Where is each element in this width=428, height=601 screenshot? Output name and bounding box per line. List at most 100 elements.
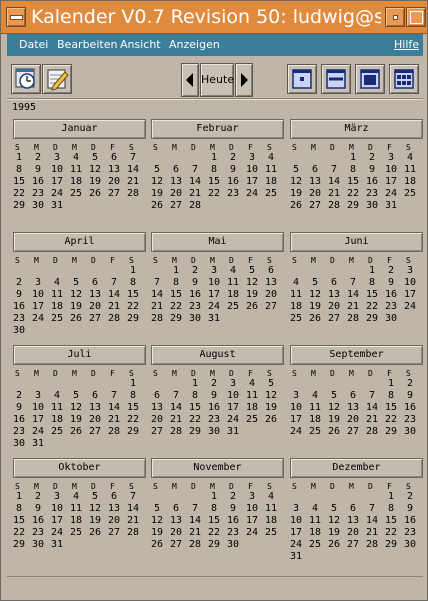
day-cell[interactable]: 27 (265, 301, 284, 313)
day-cell[interactable]: 16 (385, 289, 404, 301)
day-cell[interactable]: 29 (189, 426, 208, 438)
day-cell[interactable]: 6 (350, 503, 369, 515)
day-cell[interactable]: 13 (309, 176, 328, 188)
day-cell[interactable]: 3 (388, 152, 407, 164)
day-cell[interactable]: 6 (111, 491, 130, 503)
day-cell[interactable]: 28 (127, 188, 146, 200)
day-cell[interactable]: 25 (309, 426, 328, 438)
day-cell[interactable]: 23 (32, 527, 51, 539)
day-cell[interactable]: 11 (51, 289, 70, 301)
day-cell[interactable]: 16 (32, 176, 51, 188)
day-cell[interactable]: 26 (89, 188, 108, 200)
day-cell[interactable]: 7 (173, 390, 192, 402)
day-cell[interactable]: 27 (347, 539, 366, 551)
day-cell[interactable]: 7 (350, 277, 369, 289)
day-cell[interactable]: 23 (366, 188, 385, 200)
day-cell[interactable]: 3 (230, 378, 249, 390)
day-cell[interactable]: 30 (208, 426, 227, 438)
day-cell[interactable]: 17 (227, 402, 246, 414)
day-cell[interactable]: 25 (51, 426, 70, 438)
day-cell[interactable]: 24 (227, 414, 246, 426)
day-cell[interactable]: 3 (293, 503, 312, 515)
day-cell[interactable]: 14 (366, 402, 385, 414)
day-cell[interactable]: 5 (331, 390, 350, 402)
day-cell[interactable]: 3 (35, 277, 54, 289)
day-cell[interactable]: 10 (246, 164, 265, 176)
day-cell[interactable]: 15 (170, 289, 189, 301)
day-cell[interactable]: 4 (268, 491, 287, 503)
day-cell[interactable]: 22 (208, 188, 227, 200)
day-cell[interactable]: 16 (13, 414, 32, 426)
day-cell[interactable]: 7 (192, 503, 211, 515)
edit-note-button[interactable] (42, 64, 72, 94)
day-cell[interactable]: 29 (127, 426, 146, 438)
day-cell[interactable]: 24 (208, 301, 227, 313)
day-cell[interactable]: 17 (385, 176, 404, 188)
day-cell[interactable]: 17 (246, 515, 265, 527)
day-cell[interactable]: 12 (89, 503, 108, 515)
day-cell[interactable]: 1 (16, 491, 35, 503)
day-cell[interactable]: 28 (189, 200, 208, 212)
day-cell[interactable]: 19 (246, 289, 265, 301)
day-cell[interactable]: 27 (89, 313, 108, 325)
day-cell[interactable]: 11 (290, 289, 309, 301)
day-cell[interactable]: 24 (404, 301, 423, 313)
day-cell[interactable]: 14 (347, 289, 366, 301)
day-cell[interactable]: 19 (309, 301, 328, 313)
day-cell[interactable]: 1 (130, 378, 149, 390)
day-cell[interactable]: 14 (189, 176, 208, 188)
day-cell[interactable]: 19 (151, 188, 170, 200)
day-cell[interactable]: 26 (151, 200, 170, 212)
day-cell[interactable]: 11 (70, 503, 89, 515)
day-cell[interactable]: 15 (366, 289, 385, 301)
day-cell[interactable]: 13 (347, 402, 366, 414)
day-cell[interactable]: 15 (127, 289, 146, 301)
day-cell[interactable]: 25 (265, 527, 284, 539)
day-cell[interactable]: 4 (293, 277, 312, 289)
day-cell[interactable]: 5 (312, 277, 331, 289)
day-cell[interactable]: 24 (32, 426, 51, 438)
day-cell[interactable]: 19 (89, 176, 108, 188)
day-cell[interactable]: 11 (227, 277, 246, 289)
day-cell[interactable]: 27 (170, 200, 189, 212)
day-cell[interactable]: 24 (385, 188, 404, 200)
day-cell[interactable]: 30 (227, 539, 246, 551)
day-cell[interactable]: 23 (13, 426, 32, 438)
day-cell[interactable]: 12 (151, 515, 170, 527)
day-cell[interactable]: 20 (151, 414, 170, 426)
day-cell[interactable]: 18 (70, 515, 89, 527)
day-cell[interactable]: 31 (385, 200, 404, 212)
day-cell[interactable]: 19 (89, 515, 108, 527)
day-cell[interactable]: 21 (127, 515, 146, 527)
day-cell[interactable]: 24 (246, 527, 265, 539)
day-cell[interactable]: 22 (385, 414, 404, 426)
day-cell[interactable]: 8 (16, 503, 35, 515)
day-cell[interactable]: 11 (51, 402, 70, 414)
day-cell[interactable]: 22 (189, 414, 208, 426)
day-cell[interactable]: 18 (246, 402, 265, 414)
day-cell[interactable]: 15 (13, 176, 32, 188)
day-cell[interactable]: 18 (51, 301, 70, 313)
day-cell[interactable]: 18 (70, 176, 89, 188)
month-header-button[interactable]: Juli (13, 345, 146, 365)
day-cell[interactable]: 18 (404, 176, 423, 188)
day-cell[interactable]: 21 (170, 414, 189, 426)
day-cell[interactable]: 16 (227, 515, 246, 527)
day-cell[interactable]: 20 (265, 289, 284, 301)
day-cell[interactable]: 12 (328, 515, 347, 527)
menu-bearbeiten[interactable]: Bearbeiten (57, 34, 117, 56)
day-cell[interactable]: 12 (70, 289, 89, 301)
day-cell[interactable]: 5 (154, 164, 173, 176)
day-cell[interactable]: 31 (51, 539, 70, 551)
day-cell[interactable]: 6 (312, 164, 331, 176)
day-cell[interactable]: 6 (154, 390, 173, 402)
day-cell[interactable]: 10 (290, 515, 309, 527)
day-cell[interactable]: 17 (290, 527, 309, 539)
year-view-button[interactable] (389, 64, 419, 94)
day-cell[interactable]: 1 (350, 152, 369, 164)
day-cell[interactable]: 26 (70, 313, 89, 325)
day-cell[interactable]: 9 (407, 390, 426, 402)
day-cell[interactable]: 20 (347, 527, 366, 539)
month-header-button[interactable]: April (13, 232, 146, 252)
day-cell[interactable]: 27 (151, 426, 170, 438)
